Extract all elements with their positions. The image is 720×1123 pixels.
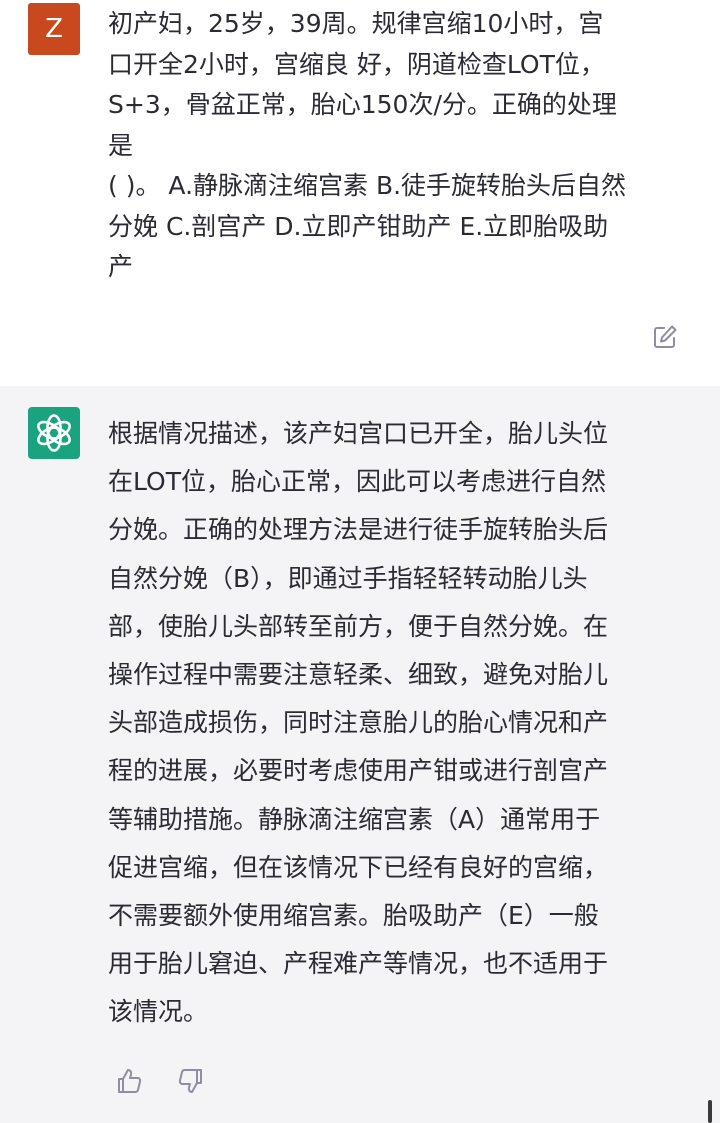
user-avatar: Z — [28, 3, 80, 55]
user-message-line: 产 — [108, 252, 134, 281]
user-message-text: 初产妇，25岁，39周。规律宫缩10小时，宫 口开全2小时，宫缩良 好，阴道检查… — [108, 4, 708, 288]
assistant-message-line: 程的进展，必要时考虑使用产钳或进行剖宫产 — [108, 756, 609, 786]
user-message-line: 初产妇，25岁，39周。规律宫缩10小时，宫 — [108, 9, 604, 38]
user-message-line: S+3，骨盆正常，胎心150次/分。正确的处理 — [108, 90, 617, 119]
edit-icon[interactable] — [651, 323, 679, 351]
user-message: Z 初产妇，25岁，39周。规律宫缩10小时，宫 口开全2小时，宫缩良 好，阴道… — [0, 0, 720, 386]
assistant-message-line: 促进宫缩，但在该情况下已经有良好的宫缩， — [108, 852, 609, 882]
user-message-line: 口开全2小时，宫缩良 好，阴道检查LOT位， — [108, 49, 605, 79]
assistant-message-line: 不需要额外使用缩宫素。胎吸助产（E）一般 — [108, 900, 599, 930]
assistant-message-line: 在LOT位，胎心正常，因此可以考虑进行自然 — [108, 467, 606, 497]
scrollbar[interactable] — [708, 1100, 712, 1123]
assistant-message-line: 自然分娩（B），即通过手指轻轻转动胎儿头 — [108, 563, 588, 593]
chat-page: Z 初产妇，25岁，39周。规律宫缩10小时，宫 口开全2小时，宫缩良 好，阴道… — [0, 0, 720, 1123]
assistant-message-line: 头部造成损伤，同时注意胎儿的胎心情况和产 — [108, 708, 609, 738]
user-message-line: 是 — [108, 130, 134, 160]
assistant-message-line: 该情况。 — [108, 997, 209, 1027]
user-message-line: ( )。 A.静脉滴注缩宫素 B.徒手旋转胎头后自然 — [108, 171, 627, 200]
assistant-message-line: 等辅助措施。静脉滴注缩宫素（A）通常用于 — [108, 804, 601, 834]
assistant-message-line: 根据情况描述，该产妇宫口已开全，胎儿头位 — [108, 419, 609, 448]
thumbs-up-icon[interactable] — [114, 1066, 144, 1096]
thumbs-down-icon[interactable] — [176, 1066, 206, 1096]
user-message-line: 分娩 C.剖宫产 D.立即产钳助产 E.立即胎吸助 — [108, 211, 609, 241]
openai-logo-icon — [28, 407, 80, 459]
assistant-message-line: 部，使胎儿头部转至前方，便于自然分娩。在 — [108, 611, 609, 641]
assistant-message: 根据情况描述，该产妇宫口已开全，胎儿头位 在LOT位，胎心正常，因此可以考虑进行… — [0, 386, 720, 1123]
assistant-message-line: 分娩。正确的处理方法是进行徒手旋转胎头后 — [108, 515, 609, 545]
assistant-message-line: 操作过程中需要注意轻柔、细致，避免对胎儿 — [108, 659, 609, 689]
assistant-message-line: 用于胎儿窘迫、产程难产等情况，也不适用于 — [108, 949, 609, 979]
assistant-message-text: 根据情况描述，该产妇宫口已开全，胎儿头位 在LOT位，胎心正常，因此可以考虑进行… — [108, 410, 708, 1036]
